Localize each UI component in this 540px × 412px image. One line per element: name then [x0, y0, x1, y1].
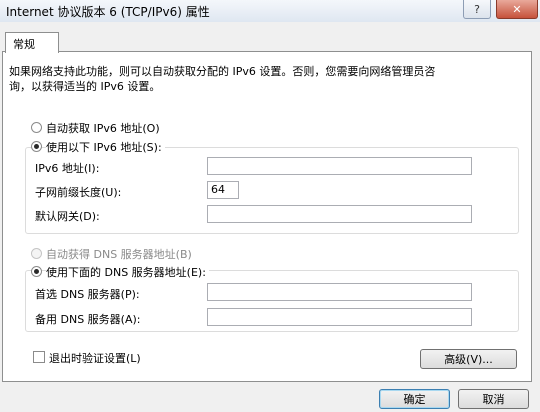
validate-on-exit-checkbox[interactable] — [33, 351, 45, 363]
description-text: 如果网络支持此功能，则可以自动获取分配的 IPv6 设置。否则，您需要向网络管理… — [9, 65, 436, 93]
manual-dns-radio[interactable] — [31, 266, 42, 277]
tab-general[interactable]: 常规 — [5, 32, 59, 53]
validate-on-exit-label: 退出时验证设置(L) — [49, 352, 141, 365]
alternate-dns-input[interactable] — [207, 308, 472, 326]
tab-general-label: 常规 — [13, 38, 35, 51]
manual-dns-label: 使用下面的 DNS 服务器地址(E): — [46, 264, 209, 280]
auto-dns-radio — [31, 248, 42, 259]
cancel-button-label: 取消 — [482, 393, 505, 406]
advanced-button-label: 高级(V)... — [444, 353, 493, 366]
auto-dns-label: 自动获得 DNS 服务器地址(B) — [46, 248, 192, 261]
ipv6-address-input[interactable] — [207, 157, 472, 175]
auto-ipv6-label: 自动获取 IPv6 地址(O) — [46, 122, 160, 135]
subnet-prefix-label: 子网前缀长度(U): — [35, 186, 122, 199]
ok-button-label: 确定 — [403, 393, 426, 406]
advanced-button[interactable]: 高级(V)... — [420, 349, 517, 369]
manual-ipv6-radio[interactable] — [31, 141, 42, 152]
alternate-dns-label: 备用 DNS 服务器(A): — [35, 313, 141, 326]
cancel-button[interactable]: 取消 — [458, 389, 529, 409]
help-icon: ? — [474, 2, 480, 16]
preferred-dns-input[interactable] — [207, 283, 472, 301]
ok-button[interactable]: 确定 — [379, 389, 450, 409]
default-gateway-input[interactable] — [207, 205, 472, 223]
close-icon: ✕ — [512, 2, 522, 16]
manual-ipv6-label: 使用以下 IPv6 地址(S): — [46, 139, 165, 155]
preferred-dns-label: 首选 DNS 服务器(P): — [35, 288, 140, 301]
window-title: Internet 协议版本 6 (TCP/IPv6) 属性 — [6, 5, 210, 19]
close-button[interactable]: ✕ — [496, 0, 538, 19]
subnet-prefix-input[interactable]: 64 — [207, 181, 239, 199]
help-button[interactable]: ? — [463, 0, 491, 19]
ipv6-address-label: IPv6 地址(I): — [35, 162, 100, 175]
default-gateway-label: 默认网关(D): — [35, 210, 100, 223]
title-bar: Internet 协议版本 6 (TCP/IPv6) 属性 ? ✕ — [0, 0, 540, 22]
auto-ipv6-radio[interactable] — [31, 122, 42, 133]
